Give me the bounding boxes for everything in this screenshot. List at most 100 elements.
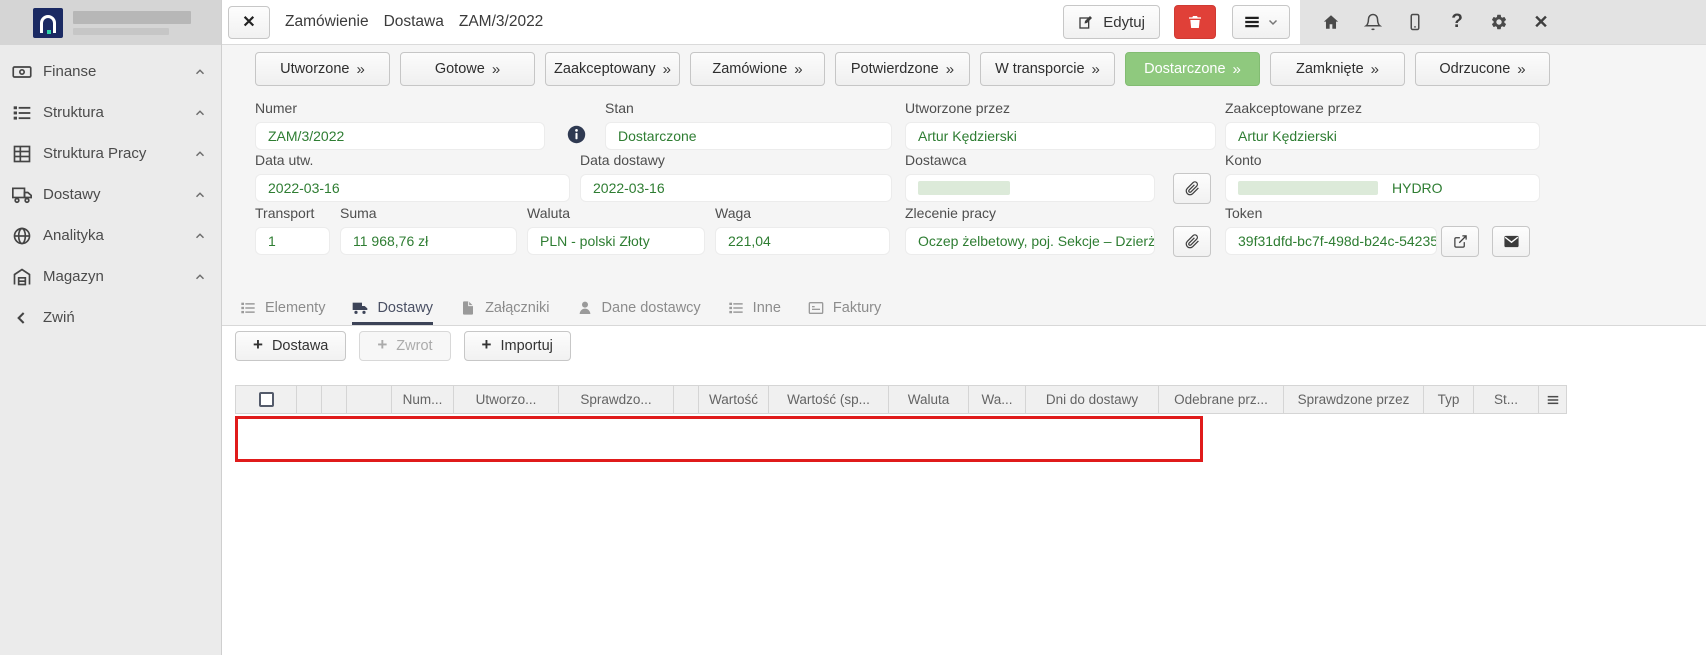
workflow-step-label: Dostarczone [1144,61,1226,77]
tab-faktury[interactable]: Faktury [808,300,881,325]
close-glyph: ✕ [1533,11,1549,32]
utworzone-przez-field[interactable]: Artur Kędzierski [905,122,1216,150]
column-header-st[interactable]: St... [1473,386,1538,413]
sidebar-collapse-label: Zwiń [43,309,75,326]
suma-field[interactable]: 11 968,76 zł [340,227,517,255]
workflow-step-zaakceptowany[interactable]: Zaakceptowany » [545,52,680,86]
dostawca-field[interactable] [905,174,1155,202]
tab-zalaczniki[interactable]: Załączniki [460,300,550,325]
delete-button[interactable] [1174,5,1216,39]
breadcrumb-segment: ZAM/3/2022 [458,13,544,30]
field-waga: Waga 221,04 [715,205,890,255]
field-label: Zlecenie pracy [905,205,997,221]
add-dostawa-button[interactable]: + Dostawa [235,331,347,361]
field-label: Zaakceptowane przez [1225,100,1362,116]
close-app-icon[interactable]: ✕ [1520,0,1562,44]
home-icon[interactable] [1310,0,1352,44]
column-menu-button[interactable] [1538,386,1566,413]
data-utw-field[interactable]: 2022-03-16 [255,174,570,202]
workflow-step-dostarczone[interactable]: Dostarczone » [1125,52,1260,86]
workflow-step-w-transporcie[interactable]: W transporcie » [980,52,1115,86]
import-button[interactable]: + Importuj [463,331,571,361]
truck-icon [352,300,368,316]
info-icon[interactable] [567,125,586,144]
column-header-sprawdzone-przez[interactable]: Sprawdzone przez [1283,386,1423,413]
field-value: Artur Kędzierski [1238,128,1337,144]
field-label: Konto [1225,152,1262,168]
chevron-up-icon [193,147,207,161]
plus-icon: + [253,335,263,354]
edit-button[interactable]: Edytuj [1063,5,1160,39]
logo-bar [0,0,221,45]
chevron-up-icon [193,188,207,202]
workflow-step-utworzone[interactable]: Utworzone » [255,52,390,86]
select-all-checkbox[interactable] [258,392,274,407]
envelope-icon [1503,235,1519,248]
workflow-step-label: Zamknięte [1295,61,1364,77]
konto-field[interactable]: HYDRO [1225,174,1540,202]
zaakceptowane-przez-field[interactable]: Artur Kędzierski [1225,122,1540,150]
tab-elementy[interactable]: Elementy [240,300,325,325]
waluta-field[interactable]: PLN - polski Złoty [527,227,705,255]
column-header-wa[interactable]: Wa... [968,386,1025,413]
column-header-utworzone[interactable]: Utworzo... [453,386,558,413]
deliveries-table-header: Num... Utworzo... Sprawdzo... Wartość Wa… [235,385,1567,414]
sidebar-item-finanse[interactable]: Finanse [0,51,221,92]
zlecenie-link-button[interactable] [1173,226,1211,257]
column-header-dni-do-dostawy[interactable]: Dni do dostawy [1025,386,1158,413]
breadcrumb: Zamówienie Dostawa ZAM/3/2022 [285,13,543,31]
token-field[interactable]: 39f31dfd-bc7f-498d-b24c-54235l [1225,227,1437,255]
workflow-step-zamkniete[interactable]: Zamknięte » [1270,52,1405,86]
data-dostawy-field[interactable]: 2022-03-16 [580,174,892,202]
workflow-step-odrzucone[interactable]: Odrzucone » [1415,52,1550,86]
column-header-typ[interactable]: Typ [1423,386,1473,413]
numer-field[interactable]: ZAM/3/2022 [255,122,545,150]
workflow-step-zamowione[interactable]: Zamówione » [690,52,825,86]
double-chevron-icon: » [356,60,365,78]
sidebar-item-magazyn[interactable]: Magazyn [0,256,221,297]
field-suma: Suma 11 968,76 zł [340,205,517,255]
column-header-odebrane-przez[interactable]: Odebrane prz... [1158,386,1283,413]
double-chevron-icon: » [1232,60,1241,78]
stan-field[interactable]: Dostarczone [605,122,892,150]
sidebar-item-struktura[interactable]: Struktura [0,92,221,133]
workflow-step-label: Potwierdzone [850,61,939,77]
sidebar-item-dostawy[interactable]: Dostawy [0,174,221,215]
column-header-num[interactable]: Num... [391,386,453,413]
workflow-step-gotowe[interactable]: Gotowe » [400,52,535,86]
sidebar-item-struktura-pracy[interactable]: Struktura Pracy [0,133,221,174]
column-header-sprawdzone[interactable]: Sprawdzo... [558,386,673,413]
field-label: Waga [715,205,752,221]
workflow-step-label: Zamówione [712,61,788,77]
sidebar-item-analityka[interactable]: Analityka [0,215,221,256]
tab-dostawy[interactable]: Dostawy [352,300,434,325]
column-header-waluta[interactable]: Waluta [888,386,968,413]
chevron-left-icon [12,308,32,328]
caret-down-icon [1267,16,1279,28]
column-header-wartosc-sp[interactable]: Wartość (sp... [768,386,888,413]
close-record-button[interactable]: ✕ [228,5,270,39]
record-detail-panel: Utworzone » Gotowe » Zaakceptowany » Zamówi… [222,45,1706,326]
sidebar: Finanse Struktura Struktura Pracy Dostaw… [0,0,222,655]
sidebar-item-label: Dostawy [43,186,101,203]
column-header-wartosc[interactable]: Wartość [698,386,768,413]
token-open-button[interactable] [1441,226,1479,257]
field-label: Stan [605,100,634,116]
dostawca-link-button[interactable] [1173,173,1211,204]
transport-field[interactable]: 1 [255,227,330,255]
waga-field[interactable]: 221,04 [715,227,890,255]
more-actions-dropdown[interactable] [1232,5,1290,39]
help-icon[interactable]: ? [1436,0,1478,44]
notifications-bell-icon[interactable] [1352,0,1394,44]
token-mail-button[interactable] [1492,226,1530,257]
tab-inne[interactable]: Inne [728,300,781,325]
zlecenie-pracy-field[interactable]: Oczep żelbetowy, poj. Sekcje – Dzierżawa [905,227,1155,255]
tab-dane-dostawcy[interactable]: Dane dostawcy [577,300,701,325]
mobile-phone-icon[interactable] [1394,0,1436,44]
sidebar-collapse-button[interactable]: Zwiń [0,297,221,338]
settings-gear-icon[interactable] [1478,0,1520,44]
truck-icon [12,185,32,205]
field-value: 1 [268,233,276,249]
hamburger-icon [1547,395,1558,404]
workflow-step-potwierdzone[interactable]: Potwierdzone » [835,52,970,86]
